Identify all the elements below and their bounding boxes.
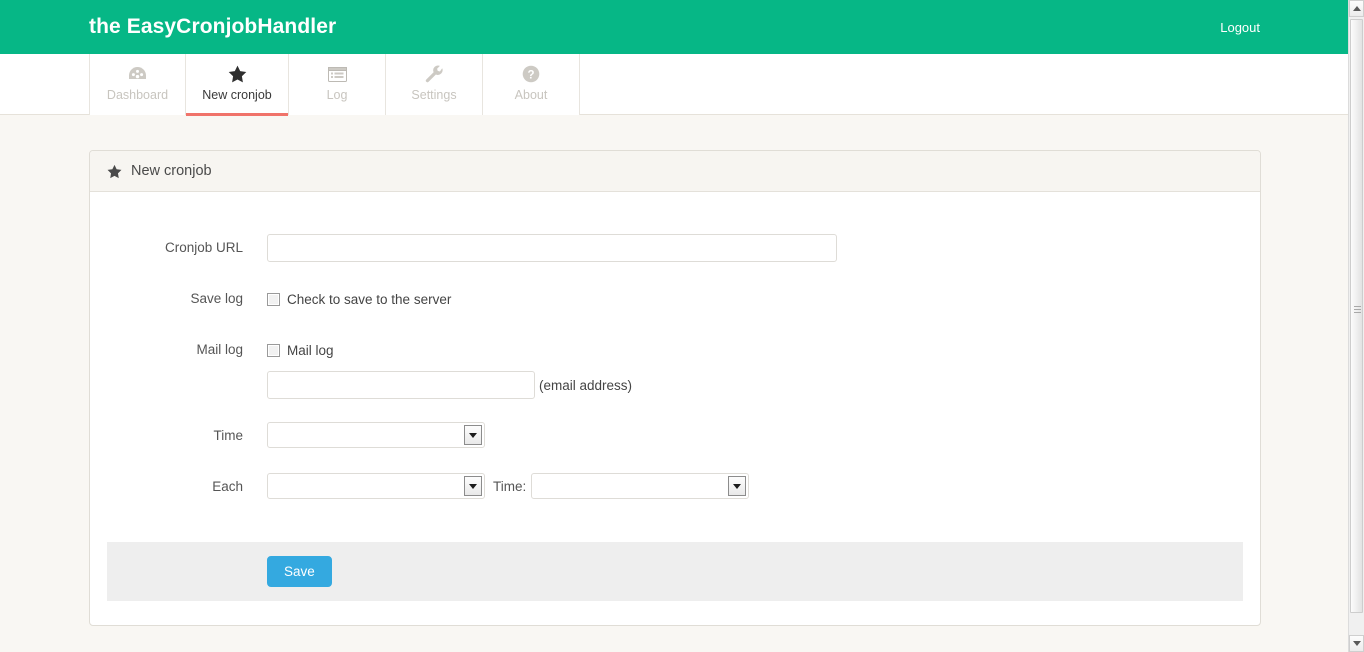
star-icon — [107, 164, 122, 179]
tab-dashboard-label: Dashboard — [106, 88, 169, 102]
form-row-time: Time — [90, 422, 1260, 450]
question-circle-icon: ? — [522, 63, 540, 85]
each-select[interactable] — [267, 473, 485, 499]
cronjob-url-label: Cronjob URL — [164, 240, 243, 255]
scroll-up-button[interactable] — [1349, 0, 1364, 17]
panel-header: New cronjob — [90, 151, 1260, 192]
chevron-down-icon[interactable] — [464, 425, 482, 445]
dashboard-icon — [128, 63, 147, 85]
save-log-checkbox[interactable] — [267, 292, 280, 306]
chevron-down-icon[interactable] — [728, 476, 747, 496]
tab-new-cronjob[interactable]: New cronjob — [186, 54, 289, 116]
app-title: the EasyCronjobHandler — [89, 15, 337, 38]
mail-log-checkbox[interactable] — [267, 343, 280, 357]
tab-dashboard[interactable]: Dashboard — [89, 54, 186, 115]
tab-log[interactable]: Log — [289, 54, 386, 115]
chevron-down-icon[interactable] — [464, 476, 482, 496]
mail-log-email-input[interactable] — [267, 371, 535, 399]
save-log-checkbox-label[interactable]: Check to save to the server — [287, 292, 451, 307]
browser-viewport: the EasyCronjobHandler Logout Dashboard … — [0, 0, 1364, 652]
each-time-select[interactable] — [531, 473, 750, 499]
page-content: the EasyCronjobHandler Logout Dashboard … — [0, 0, 1348, 652]
save-button[interactable]: Save — [267, 556, 332, 587]
mail-log-checkbox-label[interactable]: Mail log — [287, 343, 334, 358]
tab-log-label: Log — [326, 88, 348, 102]
list-icon — [327, 63, 347, 85]
tab-about[interactable]: ? About — [483, 54, 580, 115]
each-label: Each — [212, 479, 243, 494]
svg-text:?: ? — [527, 69, 534, 81]
form-row-each: Each Time: — [90, 473, 1260, 501]
scrollbar-grip-icon — [1354, 306, 1361, 315]
cronjob-url-input[interactable] — [267, 234, 837, 262]
save-log-label: Save log — [190, 291, 243, 306]
new-cronjob-panel: New cronjob Cronjob URL Save log Check t… — [89, 150, 1261, 626]
tab-new-cronjob-label: New cronjob — [202, 88, 272, 102]
each-time-label: Time: — [493, 478, 527, 494]
tab-about-label: About — [514, 88, 548, 102]
logout-link[interactable]: Logout — [1220, 20, 1260, 35]
tab-settings[interactable]: Settings — [386, 54, 483, 115]
mail-log-email-hint: (email address) — [539, 377, 633, 393]
scrollbar-thumb[interactable] — [1350, 19, 1363, 613]
form-row-mail-log: Mail log Mail log (email address) — [90, 336, 1260, 399]
time-label: Time — [213, 428, 244, 443]
nav-tab-list: Dashboard New cronjob Log Settings ? Abo… — [89, 54, 580, 116]
wrench-icon — [425, 63, 444, 85]
vertical-scrollbar[interactable] — [1348, 0, 1364, 652]
panel-body: Cronjob URL Save log Check to save to th… — [90, 192, 1260, 520]
form-row-cronjob-url: Cronjob URL — [90, 234, 1260, 262]
time-select[interactable] — [267, 422, 485, 448]
scroll-down-button[interactable] — [1349, 635, 1364, 652]
main-navigation: Dashboard New cronjob Log Settings ? Abo… — [0, 54, 1348, 116]
panel-title: New cronjob — [131, 163, 212, 179]
mail-log-label: Mail log — [196, 342, 243, 357]
app-header: the EasyCronjobHandler Logout — [0, 0, 1348, 54]
form-row-save-log: Save log Check to save to the server — [90, 285, 1260, 313]
star-icon — [228, 63, 247, 85]
panel-footer: Save — [107, 542, 1243, 601]
tab-settings-label: Settings — [411, 88, 457, 102]
panel-footer-area: Save — [90, 520, 1260, 625]
